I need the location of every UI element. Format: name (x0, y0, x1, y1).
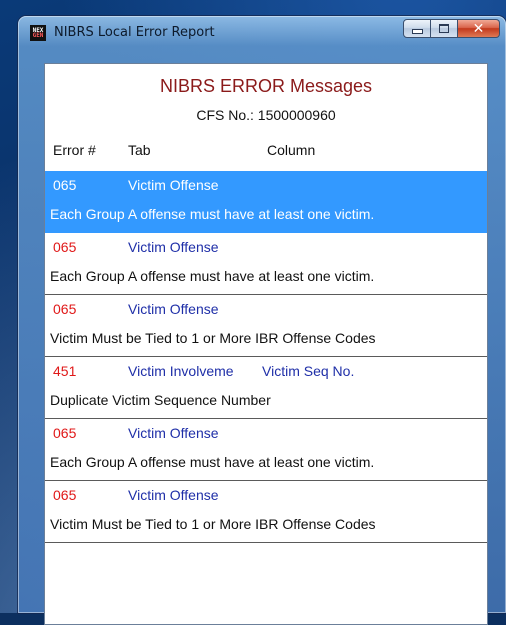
error-row[interactable]: 065 Victim Offense Each Group A offense … (45, 233, 487, 295)
error-tab: Victim Offense (128, 177, 219, 193)
title-bar[interactable]: NEX GEN NIBRS Local Error Report ✕ (18, 16, 506, 50)
error-code: 065 (53, 425, 77, 441)
error-code: 065 (53, 301, 77, 317)
error-report-window: NEX GEN NIBRS Local Error Report ✕ NIBRS… (18, 16, 506, 625)
cfs-number: 1500000960 (257, 107, 336, 123)
error-row[interactable]: 065 Victim Offense Victim Must be Tied t… (45, 481, 487, 543)
window-title: NIBRS Local Error Report (54, 25, 215, 40)
error-message: Each Group A offense must have at least … (50, 268, 375, 284)
report-panel: NIBRS ERROR Messages CFS No.: 1500000960… (44, 63, 488, 625)
error-message: Each Group A offense must have at least … (50, 454, 375, 470)
error-list: 065 Victim Offense Each Group A offense … (45, 171, 487, 543)
error-tab: Victim Offense (128, 239, 219, 255)
error-message: Victim Must be Tied to 1 or More IBR Off… (50, 516, 376, 532)
minimize-button[interactable] (403, 19, 431, 38)
error-code: 065 (53, 177, 77, 193)
column-header-error: Error # (53, 142, 96, 158)
error-message: Duplicate Victim Sequence Number (50, 392, 271, 408)
maximize-button[interactable] (431, 19, 458, 38)
error-code: 065 (53, 487, 77, 503)
close-icon: ✕ (472, 20, 485, 37)
maximize-icon (439, 24, 449, 33)
error-tab: Victim Involveme (128, 363, 234, 379)
error-column: Victim Seq No. (262, 363, 355, 379)
error-message: Victim Must be Tied to 1 or More IBR Off… (50, 330, 376, 346)
close-button[interactable]: ✕ (458, 19, 500, 38)
error-code: 451 (53, 363, 77, 379)
error-row[interactable]: 065 Victim Offense Each Group A offense … (45, 419, 487, 481)
error-tab: Victim Offense (128, 425, 219, 441)
error-row[interactable]: 065 Victim Offense Each Group A offense … (45, 171, 487, 233)
report-heading: NIBRS ERROR Messages (159, 76, 373, 96)
error-tab: Victim Offense (128, 487, 219, 503)
error-tab: Victim Offense (128, 301, 219, 317)
caption-buttons: ✕ (403, 19, 500, 39)
error-row[interactable]: 065 Victim Offense Victim Must be Tied t… (45, 295, 487, 357)
column-header-tab: Tab (128, 142, 151, 158)
error-code: 065 (53, 239, 77, 255)
cfs-label: CFS No.: (196, 107, 254, 123)
minimize-icon (411, 29, 423, 34)
nexgen-app-icon[interactable]: NEX GEN (30, 25, 46, 41)
error-row[interactable]: 451 Victim Involveme Victim Seq No. Dupl… (45, 357, 487, 419)
column-header-column: Column (267, 142, 316, 158)
error-message: Each Group A offense must have at least … (50, 206, 375, 222)
cfs-number-line: CFS No.: 1500000960 (45, 107, 487, 123)
